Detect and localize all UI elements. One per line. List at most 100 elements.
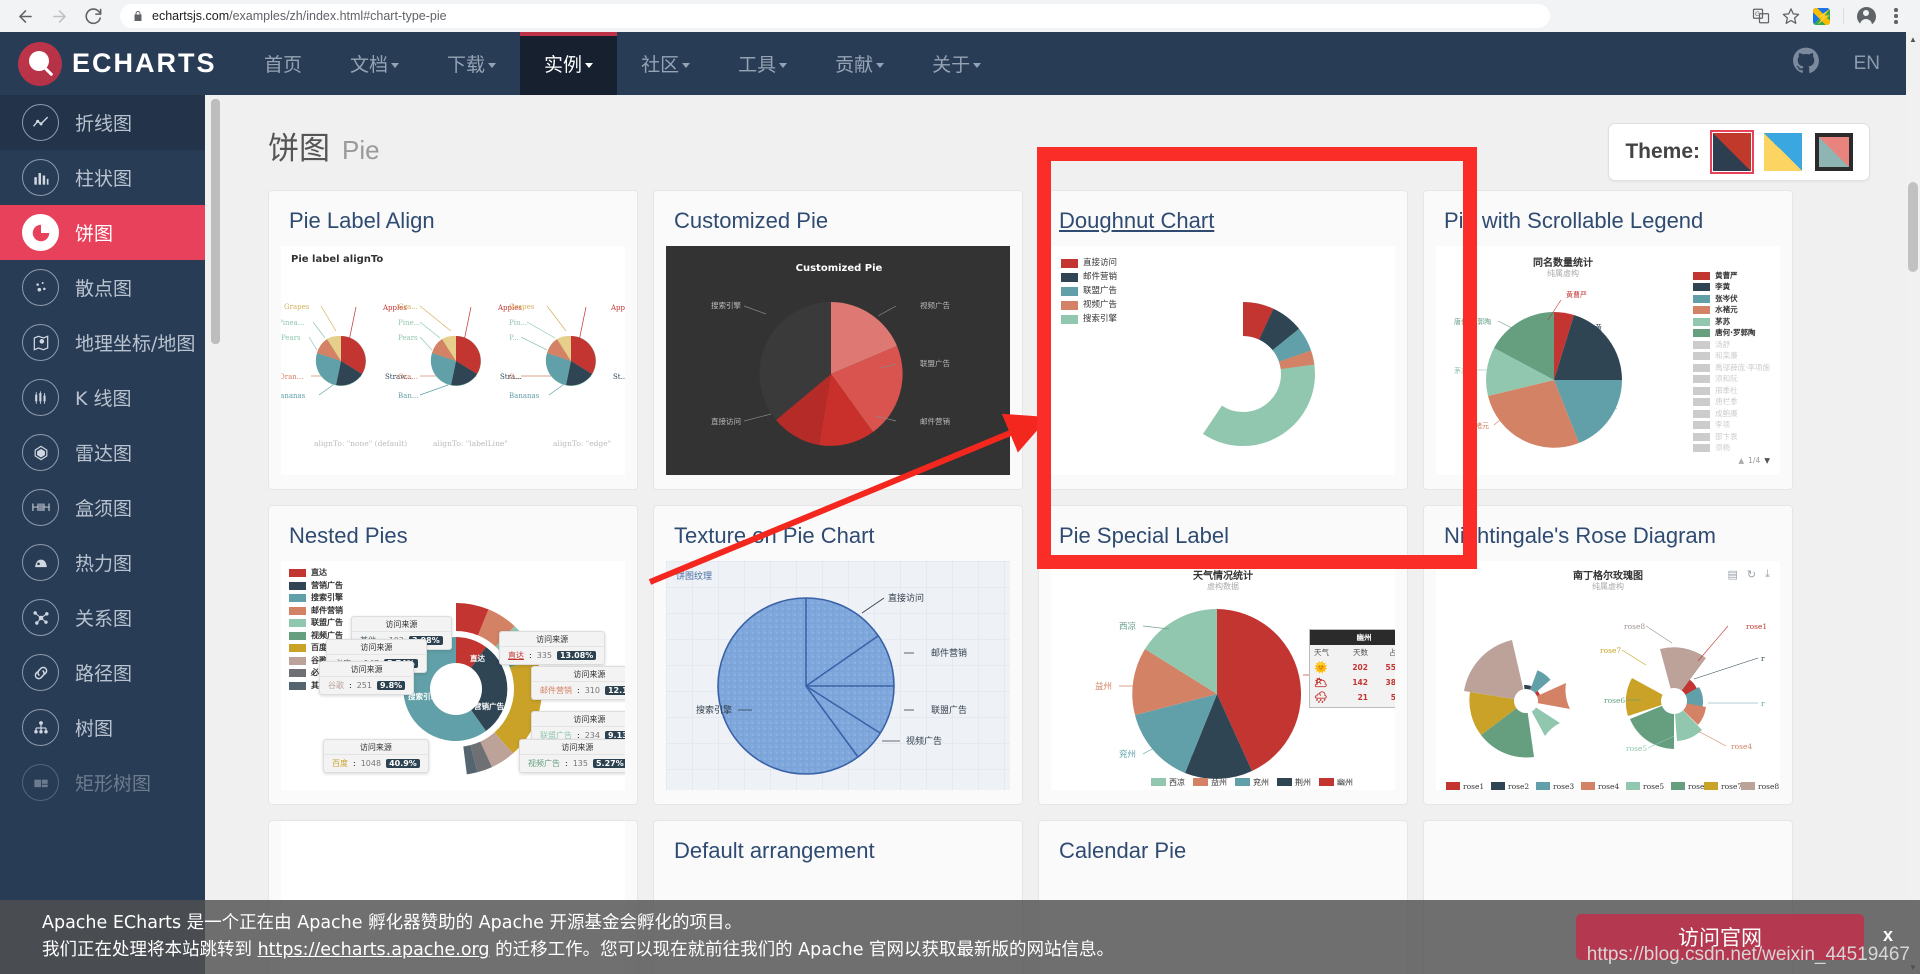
- example-card-doughnut-chart[interactable]: Doughnut Chart 直接访问 邮件营销 联盟广告 视频广告 搜索引擎: [1038, 190, 1408, 490]
- legend-item[interactable]: 邮件营销: [1061, 270, 1117, 284]
- example-card-texture-pie[interactable]: Texture on Pie Chart 饼图纹理 直接访问 邮件营销 联盟广告…: [653, 505, 1023, 805]
- card-title: Nested Pies: [289, 523, 408, 548]
- sidebar-item-boxplot[interactable]: HIIH 盒须图: [0, 480, 205, 535]
- profile-avatar-icon[interactable]: [1852, 2, 1880, 30]
- forward-arrow-icon[interactable]: [44, 1, 74, 31]
- legend-item[interactable]: 邵卞袁: [1693, 431, 1770, 443]
- legend-swatch: [1061, 300, 1078, 310]
- extension-icon[interactable]: ⚡: [1807, 2, 1835, 30]
- example-card-nested-pies[interactable]: Nested Pies 直达 营销广告 搜索引擎 邮件营销 联盟广告 视频广告 …: [268, 505, 638, 805]
- legend-item[interactable]: 水褚元: [1693, 305, 1770, 317]
- browser-actions: G ⚡: [1737, 2, 1910, 30]
- card-chart[interactable]: Customized Pie 搜索引擎 直接访问 视频广告 联盟广告 邮件营销: [666, 246, 1010, 475]
- language-toggle[interactable]: EN: [1854, 53, 1880, 75]
- legend-item[interactable]: 邮件营销: [289, 605, 343, 618]
- close-banner-button[interactable]: x: [1883, 925, 1893, 946]
- refresh-icon[interactable]: ↻: [1747, 568, 1756, 581]
- card-chart[interactable]: 直达 营销广告 搜索引擎 邮件营销 联盟广告 视频广告 百度 谷歌 必应 其他: [281, 561, 625, 790]
- main-nav: 首页 文档 下载 实例 社区 工具 贡献 关于: [240, 32, 1005, 95]
- sidebar-item-heatmap[interactable]: 热力图: [0, 535, 205, 590]
- address-bar[interactable]: echartsjs.com/examples/zh/index.html#cha…: [120, 4, 1550, 28]
- legend-item[interactable]: 营销广告: [289, 580, 343, 593]
- example-card-customized-pie[interactable]: Customized Pie Customized Pie 搜索引擎 直接访问 …: [653, 190, 1023, 490]
- scrollable-legend-pie-svg: 黄曹严 李黄 张岑伏 水褚元 茅苏 唐何·罗郭陶: [1454, 290, 1622, 448]
- legend-item[interactable]: 联盟广告: [1061, 284, 1117, 298]
- nav-item-about[interactable]: 关于: [908, 32, 1005, 95]
- theme-swatch-dark[interactable]: [1815, 133, 1853, 171]
- sidebar-item-pie[interactable]: 饼图: [0, 205, 205, 260]
- weather-tooltip: 幽州 天气 天数 占比 🌞 202 55.3 🌥: [1309, 629, 1395, 708]
- legend-item[interactable]: 直接访问: [1061, 256, 1117, 270]
- chart-inner-title: 饼图纹理: [676, 572, 713, 582]
- theme-selector: Theme:: [1608, 123, 1870, 181]
- sidebar-item-candlestick[interactable]: K 线图: [0, 370, 205, 425]
- card-chart[interactable]: 同名数量统计 纯属虚构 黄曹严 李黄 张岑伏 水褚元 茅苏 唐何·罗郭陶 黄曹严…: [1436, 246, 1780, 475]
- legend-item[interactable]: 黄曹严: [1693, 270, 1770, 282]
- card-chart[interactable]: 南丁格尔玫瑰图 纯属虚构 ▤ ↻ ⤓ rose1 r r rose4 rose5…: [1436, 561, 1780, 790]
- nav-item-contribute[interactable]: 贡献: [811, 32, 908, 95]
- legend-item[interactable]: 成鲍廉: [1693, 408, 1770, 420]
- example-card-scrollable-legend[interactable]: Pie with Scrollable Legend 同名数量统计 纯属虚构 黄…: [1423, 190, 1793, 490]
- nav-item-docs[interactable]: 文档: [326, 32, 423, 95]
- translate-icon[interactable]: G: [1747, 2, 1775, 30]
- svg-text:rose6: rose6: [1604, 696, 1625, 705]
- page-title-en: Pie: [342, 135, 380, 165]
- back-arrow-icon[interactable]: [10, 1, 40, 31]
- legend-item[interactable]: 视频广告: [1061, 298, 1117, 312]
- github-icon[interactable]: [1792, 47, 1820, 80]
- legend-item[interactable]: 搜索引擎: [289, 592, 343, 605]
- nav-item-download[interactable]: 下载: [423, 32, 520, 95]
- scroll-up-arrow-icon[interactable]: ▲: [1906, 32, 1920, 46]
- nav-item-examples[interactable]: 实例: [520, 32, 618, 95]
- sidebar-item-path[interactable]: 路径图: [0, 645, 205, 700]
- card-title[interactable]: Doughnut Chart: [1039, 191, 1407, 246]
- scrollable-legend[interactable]: 黄曹严 李黄 张岑伏 水褚元 茅苏 唐何·罗郭陶 汤舒 和栾廉 禹邬薛庞·李项施…: [1693, 270, 1770, 468]
- legend-item[interactable]: 须杨: [1693, 443, 1770, 455]
- legend-item[interactable]: 联盟广告: [289, 617, 343, 630]
- sidebar-item-treemap[interactable]: 矩形树图: [0, 755, 205, 810]
- page-scrollbar[interactable]: ▲ ▼: [1906, 32, 1920, 974]
- card-chart[interactable]: 直接访问 邮件营销 联盟广告 视频广告 搜索引擎: [1051, 246, 1395, 475]
- sidebar-scrollbar-thumb[interactable]: [211, 99, 220, 344]
- card-chart[interactable]: 饼图纹理 直接访问 邮件营销 联盟广告 视频广告 搜索引擎: [666, 561, 1010, 790]
- sidebar-item-tree[interactable]: 树图: [0, 700, 205, 755]
- nav-item-community[interactable]: 社区: [617, 32, 714, 95]
- examples-content: 饼图 Pie Theme: Pie Label Align Pie label …: [205, 95, 1920, 974]
- theme-swatch-blue-yellow[interactable]: [1764, 133, 1802, 171]
- star-icon[interactable]: [1777, 2, 1805, 30]
- kebab-menu-icon[interactable]: [1882, 2, 1910, 30]
- example-card-pie-special-label[interactable]: Pie Special Label 天气情况统计 虚构数据 西凉 益州 兖州 荆…: [1038, 505, 1408, 805]
- reload-icon[interactable]: [78, 1, 108, 31]
- url-text: echartsjs.com/examples/zh/index.html#cha…: [152, 9, 447, 23]
- legend-swatch: [1693, 444, 1711, 453]
- sidebar-item-radar[interactable]: 雷达图: [0, 425, 205, 480]
- svg-text:搜索引擎: 搜索引擎: [696, 704, 732, 716]
- sidebar-item-graph[interactable]: 关系图: [0, 590, 205, 645]
- sidebar-item-scatter[interactable]: 散点图: [0, 260, 205, 315]
- legend-page-up-icon[interactable]: ▲: [1738, 454, 1744, 468]
- sidebar-item-map[interactable]: 地理坐标/地图: [0, 315, 205, 370]
- example-card-nightingale-rose[interactable]: Nightingale's Rose Diagram 南丁格尔玫瑰图 纯属虚构 …: [1423, 505, 1793, 805]
- legend-item[interactable]: 搜索引擎: [1061, 312, 1117, 326]
- scrollbar-thumb[interactable]: [1908, 182, 1918, 272]
- legend-page-down-icon[interactable]: ▼: [1764, 454, 1770, 468]
- chart-toolbox[interactable]: ▤ ↻ ⤓: [1728, 568, 1771, 581]
- nav-item-tools[interactable]: 工具: [714, 32, 811, 95]
- sidebar-item-bar[interactable]: 柱状图: [0, 150, 205, 205]
- legend-item[interactable]: 直达: [289, 567, 343, 580]
- data-view-icon[interactable]: ▤: [1728, 568, 1738, 581]
- chevron-down-icon: [876, 63, 885, 68]
- echarts-logo[interactable]: ECHARTS: [18, 41, 218, 86]
- legend-pager[interactable]: ▲ 1/4 ▼: [1693, 454, 1770, 468]
- card-chart[interactable]: Pie label alignTo Grapes Pi: [281, 246, 625, 475]
- legend-page-indicator: 1/4: [1748, 456, 1761, 465]
- legend-swatch: [1693, 386, 1711, 395]
- apache-site-link[interactable]: https://echarts.apache.org: [258, 940, 490, 960]
- card-chart[interactable]: 天气情况统计 虚构数据 西凉 益州 兖州 荆州 西凉 益州 兖州 荆州 幽州 幽…: [1051, 561, 1395, 790]
- nav-item-home[interactable]: 首页: [240, 32, 326, 95]
- example-card-pie-label-align[interactable]: Pie Label Align Pie label alignTo Grapes…: [268, 190, 638, 490]
- legend-item[interactable]: 唐何·罗郭陶: [1693, 328, 1770, 340]
- sidebar-item-line[interactable]: 折线图: [0, 95, 205, 150]
- theme-swatch-red-navy[interactable]: [1710, 130, 1754, 174]
- save-image-icon[interactable]: ⤓: [1765, 568, 1770, 581]
